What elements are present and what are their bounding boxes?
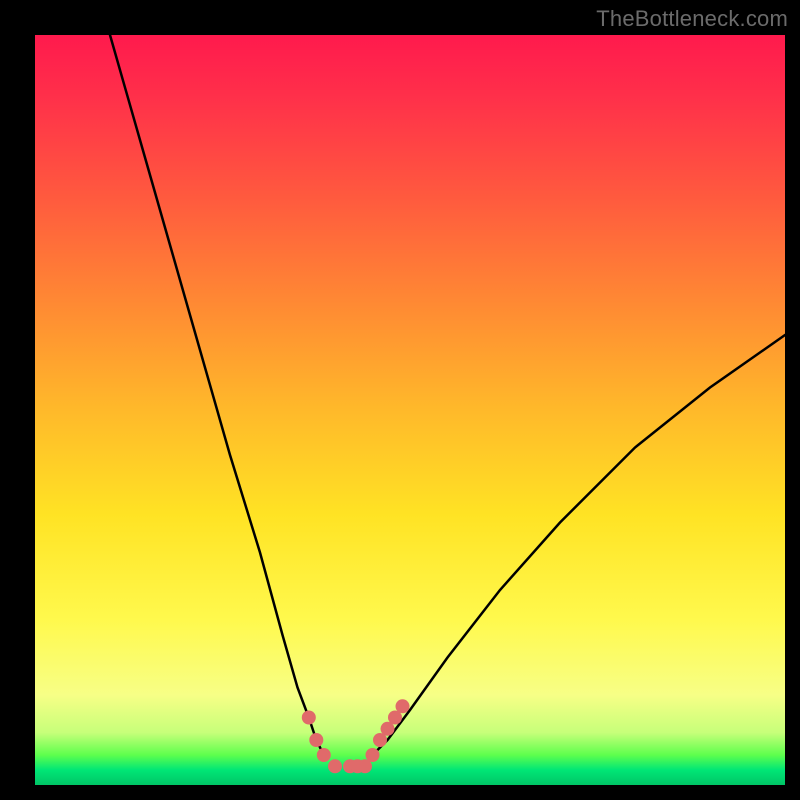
valley-dot (317, 748, 331, 762)
valley-dot (396, 699, 410, 713)
valley-dot (302, 711, 316, 725)
valley-dot (309, 733, 323, 747)
watermark-text: TheBottleneck.com (596, 6, 788, 32)
curve-left-branch (110, 35, 324, 755)
plot-area (35, 35, 785, 785)
valley-dot (328, 759, 342, 773)
curve-layer (35, 35, 785, 785)
valley-dots (302, 699, 410, 773)
valley-dot (366, 748, 380, 762)
curve-right-branch (373, 335, 786, 755)
chart-frame: TheBottleneck.com (0, 0, 800, 800)
